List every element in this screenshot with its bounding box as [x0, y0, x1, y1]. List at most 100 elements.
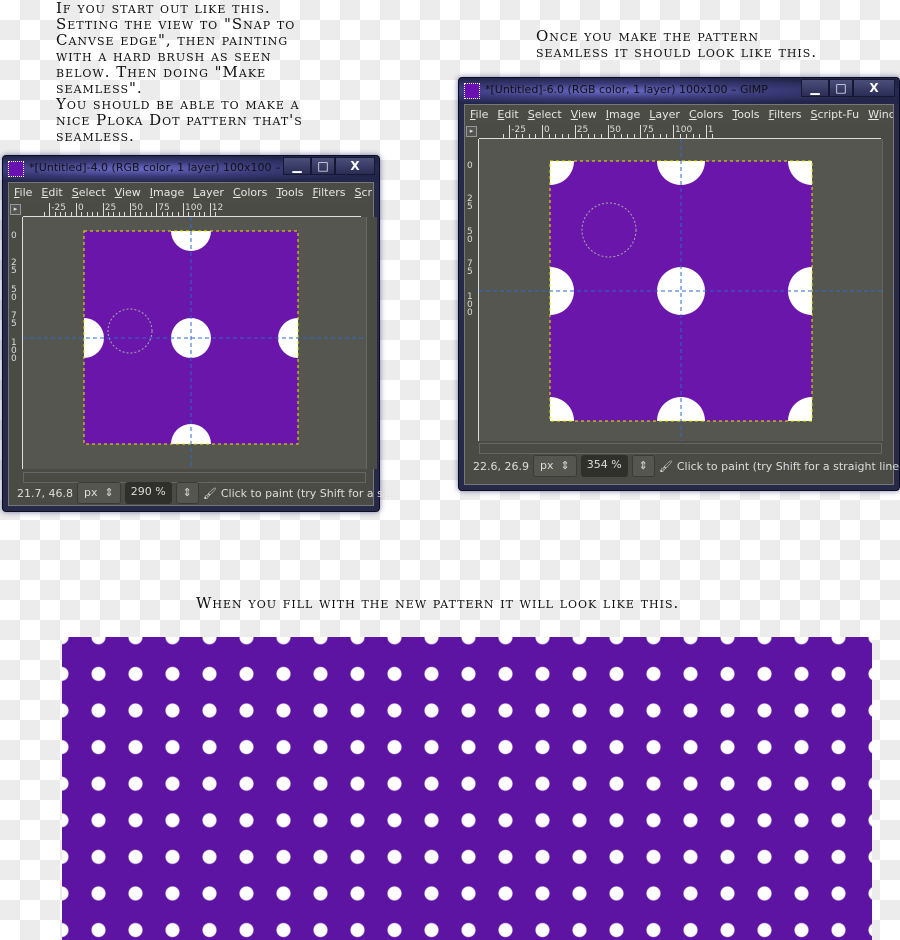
ruler-tick: [699, 134, 701, 138]
ruler-tick: [92, 212, 94, 216]
ruler-tick: [528, 134, 530, 138]
unit-select[interactable]: px ⇕: [76, 482, 121, 504]
ruler-tick: [129, 203, 131, 216]
zoom-spinner[interactable]: ⇕: [631, 455, 655, 477]
vertical-ruler: 0 25 50 75 100: [9, 217, 23, 469]
vertical-ruler: 0 25 50 75 100: [465, 139, 479, 441]
status-message: Click to paint (try Shift for a s...: [220, 486, 394, 500]
ruler-tick: [535, 134, 537, 138]
menu-colors[interactable]: Colors: [689, 105, 723, 125]
seamless-caption: Once you make the pattern seamless it sh…: [536, 27, 818, 61]
image-canvas[interactable]: [23, 217, 366, 469]
ruler-tick: [666, 134, 668, 138]
menu-image[interactable]: Image: [606, 105, 640, 125]
menu-view[interactable]: View: [571, 105, 597, 125]
ruler-label: 50: [609, 125, 621, 135]
ruler-label: -25: [511, 125, 526, 135]
ruler-tick: [705, 125, 707, 138]
gimp-window-seamless: *[Untitled]-6.0 (RGB color, 1 layer) 100…: [458, 77, 900, 491]
menu-script-fu[interactable]: Script-Fu: [355, 183, 373, 203]
ruler-label: 75: [11, 311, 17, 330]
menu-file[interactable]: File: [470, 105, 488, 125]
menu-windows[interactable]: Windows: [868, 105, 893, 125]
ruler-tick: [594, 134, 596, 138]
menu-layer[interactable]: Layer: [193, 183, 224, 203]
ruler-label: 75: [158, 203, 170, 213]
ruler-label: 0: [544, 125, 550, 135]
ruler-label: 50: [131, 203, 143, 213]
status-bar: 22.6, 26.9 px ⇕ 354 % ⇕ 🖌 Click to paint…: [465, 452, 900, 480]
unit-select[interactable]: px ⇕: [532, 455, 577, 477]
ruler-tick: [204, 212, 206, 216]
window-title: *[Untitled]-4.0 (RGB color, 1 layer) 100…: [29, 161, 312, 174]
menu-tools[interactable]: Tools: [276, 183, 303, 203]
ruler-tick: [502, 134, 504, 138]
ruler-tick: [86, 212, 88, 216]
menu-image[interactable]: Image: [150, 183, 184, 203]
ruler-tick: [568, 134, 570, 138]
paintbrush-icon: 🖌: [658, 459, 673, 473]
menu-filters[interactable]: Filters: [769, 105, 802, 125]
minimize-button[interactable]: ▁: [801, 79, 829, 97]
ruler-label: 0: [78, 203, 84, 213]
ruler-tick: [600, 134, 602, 138]
maximize-button[interactable]: □: [311, 157, 335, 175]
close-button[interactable]: X: [853, 79, 895, 97]
ruler-label: 75: [642, 125, 654, 135]
horizontal-ruler: -25 0 25 50 75 100 1: [479, 125, 881, 139]
menu-select[interactable]: Select: [528, 105, 562, 125]
ruler-tick: [209, 203, 211, 216]
ruler-tick: [124, 212, 126, 216]
zoom-field[interactable]: 354 %: [580, 455, 628, 477]
ruler-tick: [627, 134, 629, 138]
ruler-tick: [509, 125, 511, 138]
ruler-tick: [172, 212, 174, 216]
fill-caption: When you fill with the new pattern it wi…: [196, 594, 680, 612]
gimp-image-icon: [464, 83, 480, 99]
menu-layer[interactable]: Layer: [649, 105, 680, 125]
gimp-image-icon: [8, 161, 24, 177]
menu-arrow-icon[interactable]: ▸: [466, 126, 477, 137]
menu-script-fu[interactable]: Script-Fu: [811, 105, 860, 125]
canvas-drawing: [479, 139, 882, 441]
ruler-tick: [102, 203, 104, 216]
gimp-window-before: *[Untitled]-4.0 (RGB color, 1 layer) 100…: [2, 155, 393, 512]
ruler-label: 75: [467, 259, 473, 278]
title-bar[interactable]: *[Untitled]-6.0 (RGB color, 1 layer) 100…: [459, 78, 899, 104]
vertical-scrollbar[interactable]: [366, 217, 377, 469]
menu-tools[interactable]: Tools: [732, 105, 759, 125]
ruler-label: 25: [576, 125, 589, 135]
menu-arrow-icon[interactable]: ▸: [10, 204, 21, 215]
close-button[interactable]: X: [335, 157, 375, 175]
ruler-tick: [542, 125, 543, 138]
unit-value: px: [83, 486, 98, 499]
menu-view[interactable]: View: [115, 183, 141, 203]
zoom-spinner[interactable]: ⇕: [175, 482, 199, 504]
menu-filters[interactable]: Filters: [313, 183, 346, 203]
ruler-tick: [183, 203, 184, 216]
ruler-tick: [561, 134, 563, 138]
menu-colors[interactable]: Colors: [233, 183, 267, 203]
ruler-tick: [607, 125, 609, 138]
minimize-button[interactable]: ▁: [283, 157, 311, 175]
ruler-label: 25: [467, 193, 473, 212]
status-bar: 21.7, 46.8 px ⇕ 290 % ⇕ 🖌 Click to paint…: [9, 479, 393, 507]
vertical-scrollbar[interactable]: [882, 139, 893, 441]
maximize-button[interactable]: □: [829, 79, 853, 97]
window-title: *[Untitled]-6.0 (RGB color, 1 layer) 100…: [485, 83, 768, 96]
ruler-label: 25: [104, 203, 117, 213]
menu-file[interactable]: File: [14, 183, 32, 203]
ruler-tick: [177, 212, 179, 216]
zoom-field[interactable]: 290 %: [124, 482, 172, 504]
menu-edit[interactable]: Edit: [497, 105, 518, 125]
ruler-tick: [97, 212, 99, 216]
menu-select[interactable]: Select: [72, 183, 106, 203]
image-canvas[interactable]: [479, 139, 882, 441]
ruler-label: 50: [467, 226, 473, 245]
ruler-tick: [49, 203, 51, 216]
ruler-tick: [76, 203, 77, 216]
menu-edit[interactable]: Edit: [41, 183, 62, 203]
ruler-tick: [145, 212, 147, 216]
title-bar[interactable]: *[Untitled]-4.0 (RGB color, 1 layer) 100…: [3, 156, 379, 182]
ruler-tick: [150, 212, 152, 216]
